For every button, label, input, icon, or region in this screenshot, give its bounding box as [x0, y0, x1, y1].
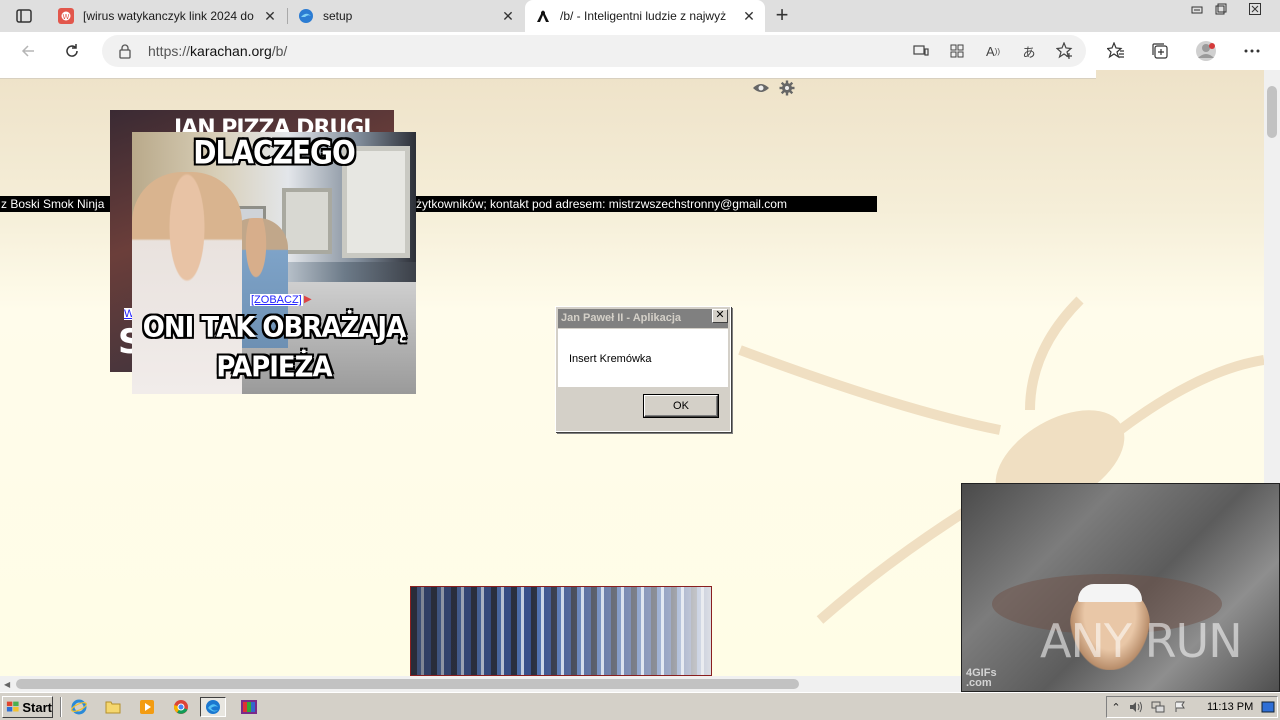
meme-caption-bottom: ONI TAK OBRAŻAJĄ PAPIEŻA [132, 308, 416, 387]
meme-image-front[interactable]: DLACZEGO [ZOBACZ] ▶ ONI TAK OBRAŻAJĄ PAP… [132, 132, 416, 394]
marquee-text-right: żytkowników; kontakt pod adresem: mistrz… [416, 197, 787, 211]
scroll-left-icon[interactable]: ◀ [4, 680, 10, 689]
svg-text:W: W [63, 13, 70, 21]
gif-source-label: 4GIFs .com [966, 668, 997, 689]
volume-icon[interactable] [1129, 700, 1143, 714]
show-hidden-icons-icon[interactable]: ⌃ [1109, 700, 1123, 714]
tab-karachan-b[interactable]: /b/ - Inteligentni ludzie z najwyż ✕ [525, 0, 765, 32]
tab-wirus[interactable]: W [wirus watykanczyk link 2024 do ✕ [48, 0, 286, 32]
wykop-favicon-icon: W [58, 8, 74, 24]
show-desktop-icon[interactable] [1261, 700, 1275, 714]
winrar-icon[interactable] [236, 697, 262, 717]
horizontal-scroll-thumb[interactable] [16, 679, 799, 689]
profile-avatar-icon[interactable] [1194, 39, 1218, 63]
taskbar: Start ⌃ 11:13 PM [0, 692, 1280, 720]
dialog-close-button[interactable]: ✕ [712, 309, 728, 323]
media-player-icon[interactable] [136, 697, 158, 717]
immersive-reader-icon[interactable] [912, 42, 930, 60]
clock[interactable]: 11:13 PM [1207, 701, 1253, 713]
horizontal-scrollbar[interactable]: ◀ [0, 676, 962, 692]
dialog-body: Insert Kremówka [558, 329, 728, 387]
meme-caption-line: ONI TAK OBRAŻAJĄ [142, 311, 406, 345]
top-bar [0, 70, 1096, 79]
system-tray: ⌃ 11:13 PM [1106, 696, 1278, 718]
new-tab-button[interactable]: + [770, 4, 794, 28]
tab-close-icon[interactable]: ✕ [739, 6, 759, 26]
server-rack-image[interactable] [410, 586, 712, 676]
arrow-icon: ▶ [304, 294, 312, 305]
add-favorite-icon[interactable] [1056, 42, 1074, 60]
dialog-ok-button[interactable]: OK [643, 394, 719, 418]
tab-title: /b/ - Inteligentni ludzie z najwyż [560, 9, 727, 23]
tab-close-icon[interactable]: ✕ [498, 6, 518, 26]
translate-icon[interactable]: あ [1020, 42, 1038, 60]
zobacz-link[interactable]: [ZOBACZ] [250, 294, 303, 306]
tab-close-icon[interactable]: ✕ [260, 6, 280, 26]
taskbar-separator [60, 697, 62, 717]
edge-favicon-icon [298, 8, 314, 24]
browser-toolbar: https://karachan.org/b/ A)) あ [0, 32, 1280, 70]
eye-icon[interactable] [752, 82, 770, 97]
internet-explorer-icon[interactable] [68, 697, 90, 717]
dialog-title: Jan Paweł II - Aplikacja [558, 309, 728, 328]
minimize-icon[interactable] [1184, 0, 1210, 18]
meme-caption-line: PAPIEŻA [216, 351, 332, 385]
tab-setup[interactable]: setup ✕ [288, 0, 524, 32]
url-path: /b/ [271, 43, 288, 59]
network-icon[interactable] [1151, 700, 1165, 714]
tab-title: setup [323, 9, 353, 23]
more-options-icon[interactable] [1240, 39, 1264, 63]
vertical-scroll-thumb[interactable] [1267, 86, 1277, 138]
gear-icon[interactable] [779, 80, 795, 99]
browser-tab-strip: W [wirus watykanczyk link 2024 do ✕ setu… [0, 0, 1280, 32]
lock-icon[interactable] [118, 43, 132, 62]
image-shading [411, 587, 711, 675]
back-arrow-icon[interactable] [16, 39, 40, 63]
action-center-flag-icon[interactable] [1173, 700, 1187, 714]
tab-actions-menu-icon[interactable] [12, 6, 36, 26]
close-window-icon[interactable] [1242, 0, 1268, 18]
meme-caption-top: DLACZEGO [193, 133, 356, 172]
edge-taskbar-icon[interactable] [200, 697, 226, 717]
video-cap-shape [1078, 584, 1142, 602]
url-scheme: https:// [148, 43, 191, 59]
apps-grid-icon[interactable] [948, 42, 966, 60]
start-button[interactable]: Start [2, 696, 53, 718]
refresh-icon[interactable] [60, 39, 84, 63]
dialog-message: Insert Kremówka [569, 353, 652, 365]
start-label: Start [22, 699, 52, 715]
read-aloud-icon[interactable]: A)) [984, 42, 1002, 60]
alert-dialog: Jan Paweł II - Aplikacja ✕ Insert Kremów… [555, 306, 731, 432]
meme-photo-monitor [282, 188, 332, 254]
windows-logo-icon [6, 701, 19, 712]
url-domain: karachan.org [190, 43, 272, 59]
url-text[interactable]: https://karachan.org/b/ [148, 43, 287, 59]
restore-icon[interactable] [1208, 0, 1234, 18]
marquee-text-left: z Boski Smok Ninja [1, 197, 105, 211]
collections-icon[interactable] [1148, 39, 1172, 63]
gif-source-line: .com [966, 677, 992, 689]
folder-icon[interactable] [102, 697, 124, 717]
chrome-icon[interactable] [170, 697, 192, 717]
anyrun-watermark: ANY RUN [1040, 614, 1243, 668]
video-overlay[interactable]: ANY RUN 4GIFs .com [961, 483, 1280, 692]
tab-title: [wirus watykanczyk link 2024 do [83, 9, 254, 23]
address-bar[interactable]: https://karachan.org/b/ A)) あ [102, 35, 1086, 67]
karachan-favicon-icon [535, 8, 551, 24]
favorites-icon[interactable] [1104, 39, 1128, 63]
